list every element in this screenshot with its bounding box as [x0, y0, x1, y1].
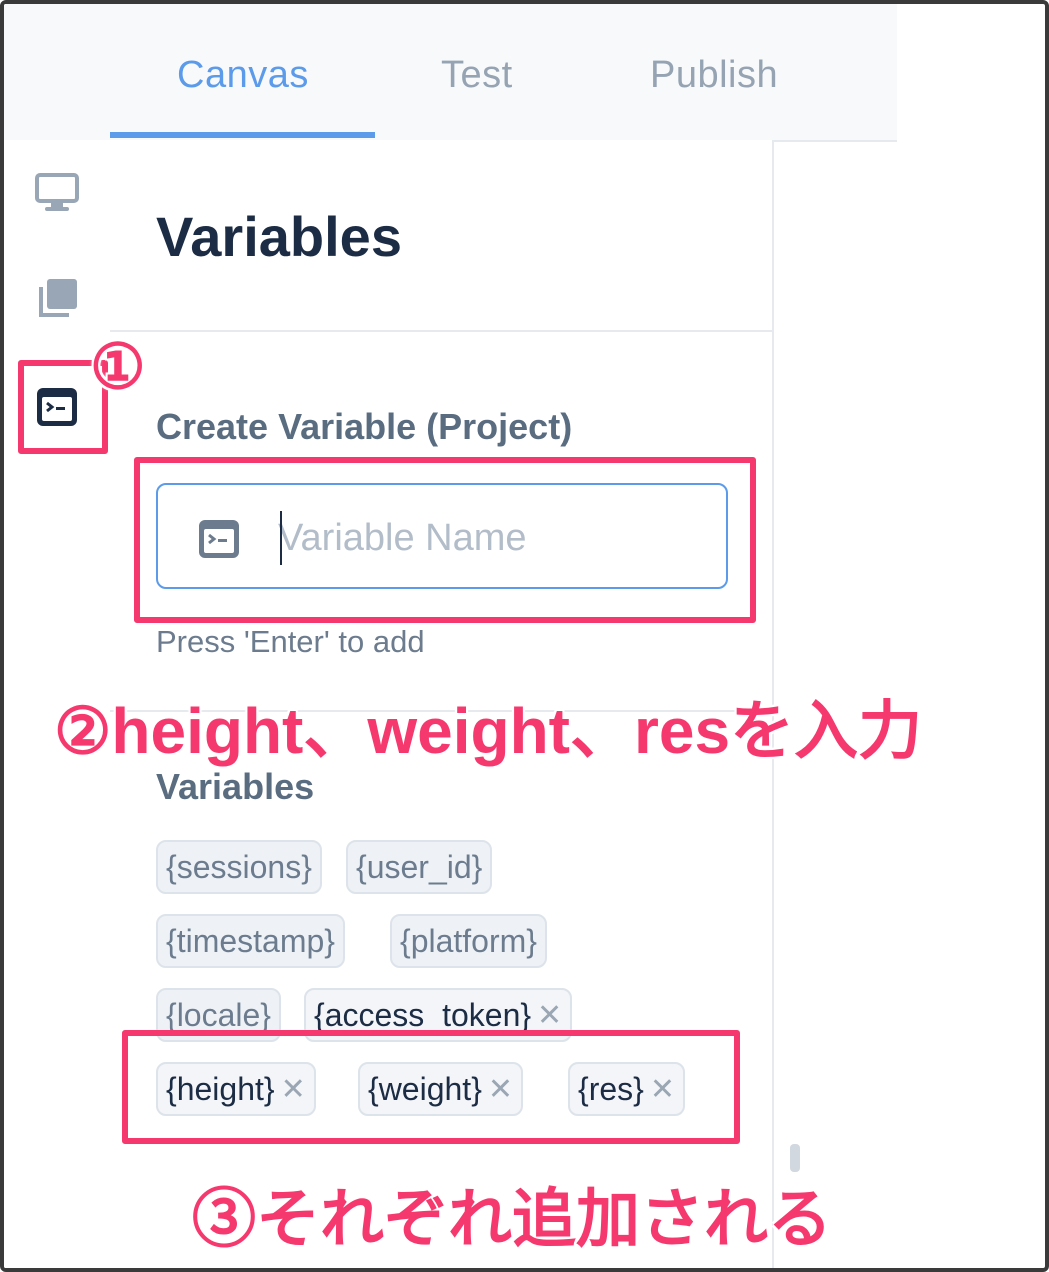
step1-marker: ① — [90, 333, 146, 402]
remove-icon[interactable]: ✕ — [537, 998, 562, 1033]
stack-icon[interactable] — [34, 276, 80, 322]
variable-chip: {sessions} — [156, 840, 322, 894]
enter-hint: Press 'Enter' to add — [156, 624, 425, 659]
variable-chip: {timestamp} — [156, 914, 345, 968]
chip-label: {user_id} — [356, 848, 483, 885]
tab-publish[interactable]: Publish — [650, 54, 778, 97]
top-tab-bar: Canvas Test Publish — [4, 4, 897, 142]
chip-label: {platform} — [400, 922, 537, 959]
chip-label: {timestamp} — [166, 922, 335, 959]
monitor-icon[interactable] — [34, 170, 80, 216]
step2-caption: ②height、weight、resを入力 — [54, 695, 923, 767]
chip-label: {sessions} — [166, 848, 312, 885]
panel-title: Variables — [156, 205, 402, 268]
highlight-box-input — [134, 457, 756, 623]
create-variable-label: Create Variable (Project) — [156, 406, 573, 447]
chip-label: {access_token} — [314, 996, 532, 1033]
tab-test[interactable]: Test — [441, 54, 513, 97]
highlight-box-new-chips — [122, 1030, 740, 1144]
active-tab-indicator — [110, 132, 375, 138]
variables-list-label: Variables — [156, 766, 315, 807]
variable-chip: {platform} — [390, 914, 547, 968]
chip-label: {locale} — [166, 996, 271, 1033]
title-divider — [110, 330, 772, 332]
screenshot-frame: Canvas Test Publish Variables Create Var… — [0, 0, 1049, 1272]
tab-canvas[interactable]: Canvas — [177, 54, 309, 97]
step3-caption: ③それぞれ追加される — [192, 1183, 832, 1255]
variable-chip: {user_id} — [346, 840, 493, 894]
